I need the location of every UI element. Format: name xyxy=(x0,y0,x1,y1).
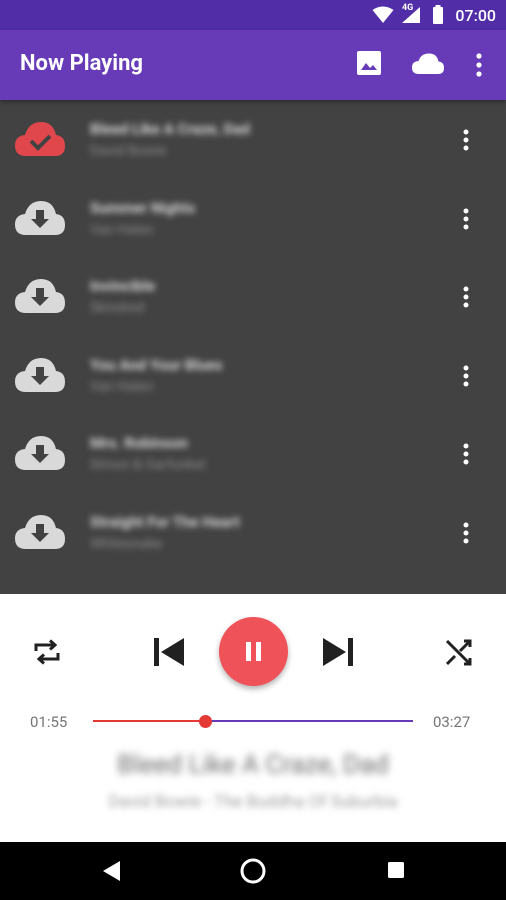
cloud-download-icon[interactable] xyxy=(14,434,66,472)
app-bar: Now Playing xyxy=(0,30,506,100)
track-artist: David Bowie xyxy=(90,143,167,159)
pause-icon xyxy=(246,642,261,661)
repeat-icon[interactable] xyxy=(32,637,62,667)
track-artist: Simon & Garfunkel xyxy=(90,457,206,473)
cloud-download-icon[interactable] xyxy=(14,277,66,315)
shuffle-icon[interactable] xyxy=(444,637,474,667)
home-icon[interactable] xyxy=(239,857,267,885)
network-type-label: 4G xyxy=(402,3,414,13)
total-duration: 03:27 xyxy=(433,713,471,731)
track-more-icon[interactable] xyxy=(458,128,474,152)
skip-previous-icon[interactable] xyxy=(152,636,186,668)
more-vert-icon[interactable] xyxy=(473,52,485,78)
track-row[interactable]: Summer Nights Van Halen xyxy=(0,179,506,257)
player-panel: 01:55 03:27 Bleed Like A Craze, Dad Davi… xyxy=(0,594,506,842)
track-artist: Whitesnake xyxy=(90,536,163,552)
skip-next-icon[interactable] xyxy=(321,636,355,668)
now-playing-subtitle: David Bowie - The Buddha Of Suburbia xyxy=(108,792,398,812)
cloud-download-icon[interactable] xyxy=(14,513,66,551)
track-row[interactable]: Mrs. Robinson Simon & Garfunkel xyxy=(0,414,506,492)
cloud-done-icon xyxy=(15,122,65,156)
battery-icon xyxy=(433,5,443,24)
track-artist: Skindred xyxy=(90,300,145,316)
track-title: Invincible xyxy=(90,277,156,295)
recents-icon[interactable] xyxy=(386,860,406,880)
seek-bar-progress xyxy=(93,720,205,722)
track-row[interactable]: Invincible Skindred xyxy=(0,257,506,335)
track-artist: Van Halen xyxy=(90,379,154,395)
page-title: Now Playing xyxy=(20,51,143,76)
track-title: You And Your Blues xyxy=(90,356,223,374)
status-bar: 4G 07:00 xyxy=(0,0,506,30)
track-row[interactable]: Bleed Like A Craze, Dad David Bowie xyxy=(0,100,506,178)
cloud-download-icon[interactable] xyxy=(14,356,66,394)
track-more-icon[interactable] xyxy=(458,285,474,309)
track-more-icon[interactable] xyxy=(458,207,474,231)
track-more-icon[interactable] xyxy=(458,521,474,545)
track-title: Straight For The Heart xyxy=(90,513,240,531)
pause-button[interactable] xyxy=(219,617,288,686)
now-playing-title: Bleed Like A Craze, Dad xyxy=(117,750,389,780)
track-row[interactable]: Straight For The Heart Whitesnake xyxy=(0,493,506,571)
track-more-icon[interactable] xyxy=(458,364,474,388)
seek-bar-thumb[interactable] xyxy=(199,715,212,728)
track-title: Bleed Like A Craze, Dad xyxy=(90,120,250,138)
track-title: Summer Nights xyxy=(90,199,196,217)
navigation-bar xyxy=(0,842,506,900)
cloud-download-icon[interactable] xyxy=(14,199,66,237)
status-time: 07:00 xyxy=(455,6,496,25)
track-artist: Van Halen xyxy=(90,222,154,238)
track-title: Mrs. Robinson xyxy=(90,434,188,452)
back-icon[interactable] xyxy=(100,859,122,883)
track-row[interactable] xyxy=(0,572,506,594)
elapsed-time: 01:55 xyxy=(30,713,68,731)
image-icon[interactable] xyxy=(356,50,382,76)
track-row[interactable]: You And Your Blues Van Halen xyxy=(0,336,506,414)
track-list[interactable]: Bleed Like A Craze, Dad David Bowie Summ… xyxy=(0,100,506,594)
cloud-icon[interactable] xyxy=(411,52,445,76)
wifi-icon xyxy=(372,6,394,23)
track-more-icon[interactable] xyxy=(458,442,474,466)
